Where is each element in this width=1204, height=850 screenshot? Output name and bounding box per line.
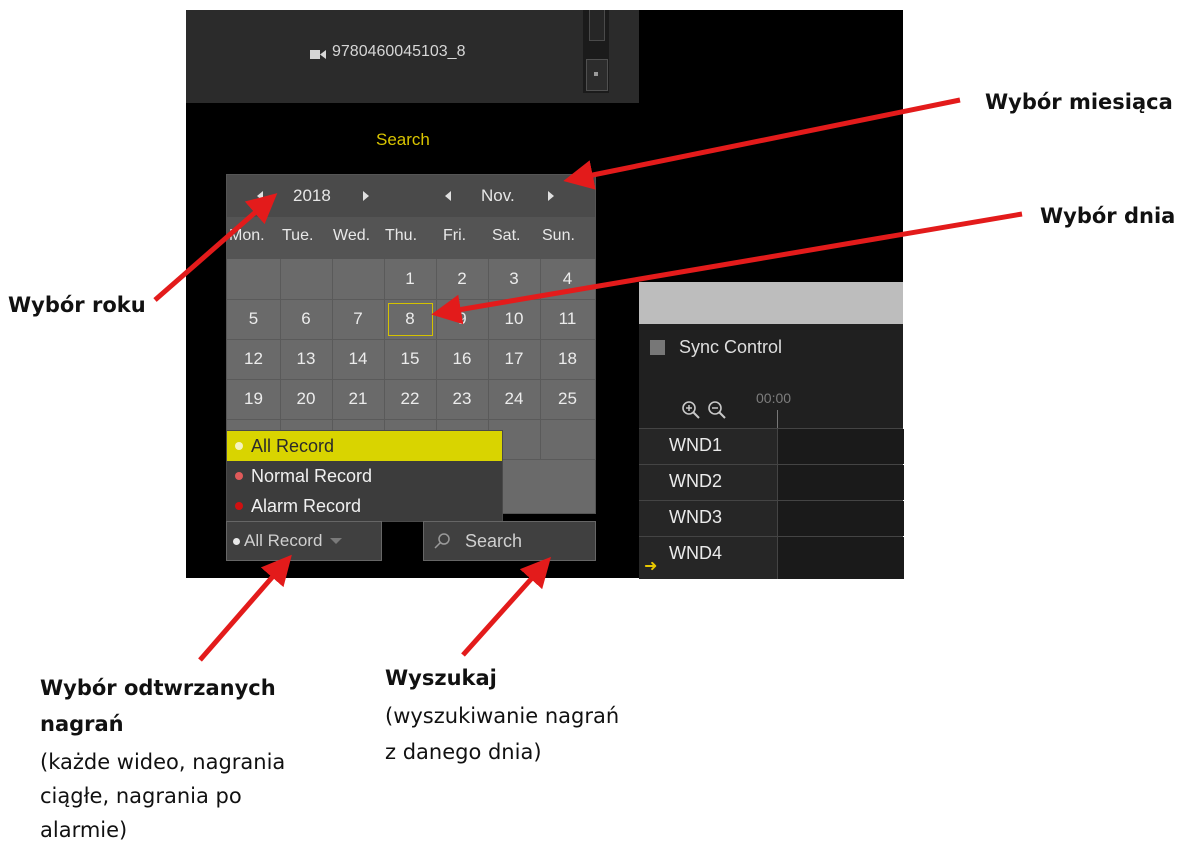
arrow-to-month (563, 97, 961, 190)
arrow-to-search (461, 556, 552, 657)
arrow-to-record-type (198, 554, 292, 662)
arrow-to-year (153, 193, 278, 302)
arrow-to-day (431, 211, 1023, 325)
annotation-arrows (153, 97, 1023, 662)
